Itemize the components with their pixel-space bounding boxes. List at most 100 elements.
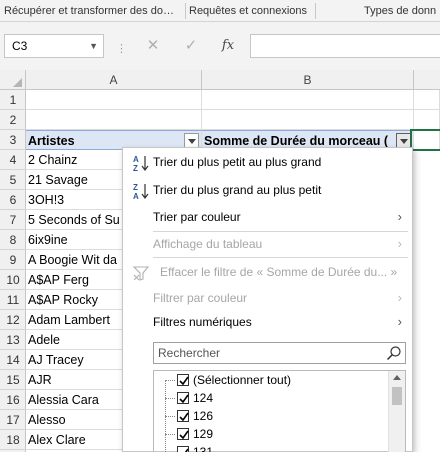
formula-bar-grip-icon[interactable]: ⋮ [116, 42, 127, 55]
filter-checkbox-item[interactable]: 131 [154, 443, 390, 452]
row-header[interactable]: 3 [0, 130, 26, 150]
cell-a2[interactable] [26, 110, 202, 130]
row-header[interactable]: 11 [0, 290, 26, 310]
row-header[interactable]: 12 [0, 310, 26, 330]
row-header[interactable]: 10 [0, 270, 26, 290]
checkbox[interactable] [177, 392, 189, 404]
ribbon-separator [185, 3, 186, 19]
row-header[interactable]: 13 [0, 330, 26, 350]
search-icon [386, 346, 401, 361]
filter-checkbox-label: (Sélectionner tout) [193, 373, 292, 387]
name-box-value: C3 [12, 39, 28, 53]
sort-descending-icon: Z A [133, 183, 149, 200]
menu-item-label: Affichage du tableau [153, 237, 263, 251]
pivot-header-duration-label: Somme de Durée du morceau ( [204, 134, 389, 148]
svg-text:A: A [133, 192, 139, 200]
chevron-right-icon: › [397, 314, 402, 329]
chevron-right-icon: › [397, 209, 402, 224]
row-header[interactable]: 14 [0, 350, 26, 370]
filter-checkbox-item[interactable]: 126 [154, 407, 390, 425]
row-header[interactable]: 2 [0, 110, 26, 130]
cancel-icon[interactable]: ✕ [140, 34, 166, 58]
row-header[interactable]: 4 [0, 150, 26, 170]
scrollbar-thumb[interactable] [392, 387, 402, 405]
cell-c3[interactable] [414, 130, 440, 150]
filter-checkbox-item[interactable]: 124 [154, 389, 390, 407]
menu-item-filter-by-color: Filtrer par couleur › [123, 285, 412, 311]
filter-list-scrollbar[interactable] [388, 371, 405, 452]
insert-function-button[interactable]: fx [215, 34, 241, 58]
row-headers: 1 2 3 4 5 6 7 8 9 10 11 12 13 14 15 16 1… [0, 90, 26, 452]
menu-item-label: Effacer le filtre de « Somme de Durée du… [160, 265, 398, 279]
checkbox[interactable] [177, 410, 189, 422]
select-all-triangle-icon [13, 78, 22, 87]
ribbon-group-queries-connections[interactable]: Requêtes et connexions [189, 0, 311, 22]
formula-input[interactable] [250, 34, 440, 58]
row-header[interactable]: 15 [0, 370, 26, 390]
row-header[interactable]: 17 [0, 410, 26, 430]
row-header[interactable]: 7 [0, 210, 26, 230]
checkbox[interactable] [177, 374, 189, 386]
menu-item-sort-descending[interactable]: Z A Trier du plus grand au plus petit [123, 177, 412, 203]
menu-separator [153, 257, 408, 258]
filter-dropdown-artists-button[interactable] [184, 133, 199, 148]
menu-item-label: Trier par couleur [153, 210, 241, 224]
filter-search-input[interactable]: Rechercher [153, 342, 406, 364]
name-box[interactable]: C3 ▼ [4, 34, 104, 58]
filter-value-list: (Sélectionner tout) 124 126 129 131 [153, 370, 406, 452]
ribbon-group-data-types[interactable]: Types de donn [364, 0, 440, 22]
cell-b1[interactable] [202, 90, 414, 110]
enter-icon[interactable]: ✓ [178, 34, 204, 58]
column-headers: A B [0, 70, 440, 90]
menu-item-number-filters[interactable]: Filtres numériques › [123, 309, 412, 335]
select-all-corner[interactable] [0, 70, 26, 90]
menu-item-clear-filter: Effacer le filtre de « Somme de Durée du… [123, 259, 412, 285]
menu-item-sort-ascending[interactable]: A Z Trier du plus petit au plus grand [123, 149, 412, 175]
checkbox[interactable] [177, 428, 189, 440]
chevron-down-icon[interactable]: ▼ [89, 35, 98, 57]
filter-checkbox-item[interactable]: 129 [154, 425, 390, 443]
menu-item-sort-by-color[interactable]: Trier par couleur › [123, 204, 412, 230]
scroll-up-arrow-icon[interactable] [393, 375, 401, 380]
formula-bar: C3 ▼ ⋮ ✕ ✓ fx [0, 22, 440, 70]
menu-item-label: Trier du plus grand au plus petit [153, 183, 322, 197]
filter-checkbox-label: 124 [193, 391, 214, 405]
row-header[interactable]: 18 [0, 430, 26, 450]
checkmark-icon [179, 412, 189, 422]
svg-text:Z: Z [133, 183, 138, 192]
column-header-b[interactable]: B [202, 70, 414, 90]
checkbox[interactable] [177, 446, 189, 452]
row-header[interactable]: 1 [0, 90, 26, 110]
sort-ascending-icon: A Z [133, 155, 149, 172]
cell-c1[interactable] [414, 90, 440, 110]
tree-connector [165, 380, 175, 381]
column-header-a[interactable]: A [26, 70, 202, 90]
row-header[interactable]: 6 [0, 190, 26, 210]
menu-item-label: Filtrer par couleur [153, 291, 248, 305]
row-header[interactable]: 5 [0, 170, 26, 190]
tree-connector [165, 434, 175, 435]
row-header[interactable]: 9 [0, 250, 26, 270]
filter-checkbox-label: 131 [193, 445, 214, 452]
ribbon-separator [315, 3, 316, 19]
checkmark-icon [179, 430, 189, 440]
checkmark-icon [179, 394, 189, 404]
ribbon-group-get-transform[interactable]: Récupérer et transformer des do… [4, 0, 182, 22]
filter-search-placeholder: Rechercher [158, 346, 221, 360]
row-header[interactable]: 8 [0, 230, 26, 250]
filter-checkbox-select-all[interactable]: (Sélectionner tout) [154, 371, 390, 389]
cell-b2[interactable] [202, 110, 414, 130]
filter-checkbox-label: 126 [193, 409, 214, 423]
chevron-down-icon [188, 139, 196, 144]
row-header[interactable]: 16 [0, 390, 26, 410]
menu-item-label: Filtres numériques [153, 315, 252, 329]
column-header-c[interactable] [414, 70, 440, 90]
chevron-right-icon: › [397, 290, 402, 305]
ribbon-group-bar: Récupérer et transformer des do… Requête… [0, 0, 440, 22]
checkmark-icon [184, 448, 189, 452]
cell-c2[interactable] [414, 110, 440, 130]
filter-dropdown-duration-button[interactable] [396, 133, 411, 148]
cell-a1[interactable] [26, 90, 202, 110]
clear-filter-icon [132, 266, 150, 281]
menu-item-label: Trier du plus petit au plus grand [153, 155, 322, 169]
